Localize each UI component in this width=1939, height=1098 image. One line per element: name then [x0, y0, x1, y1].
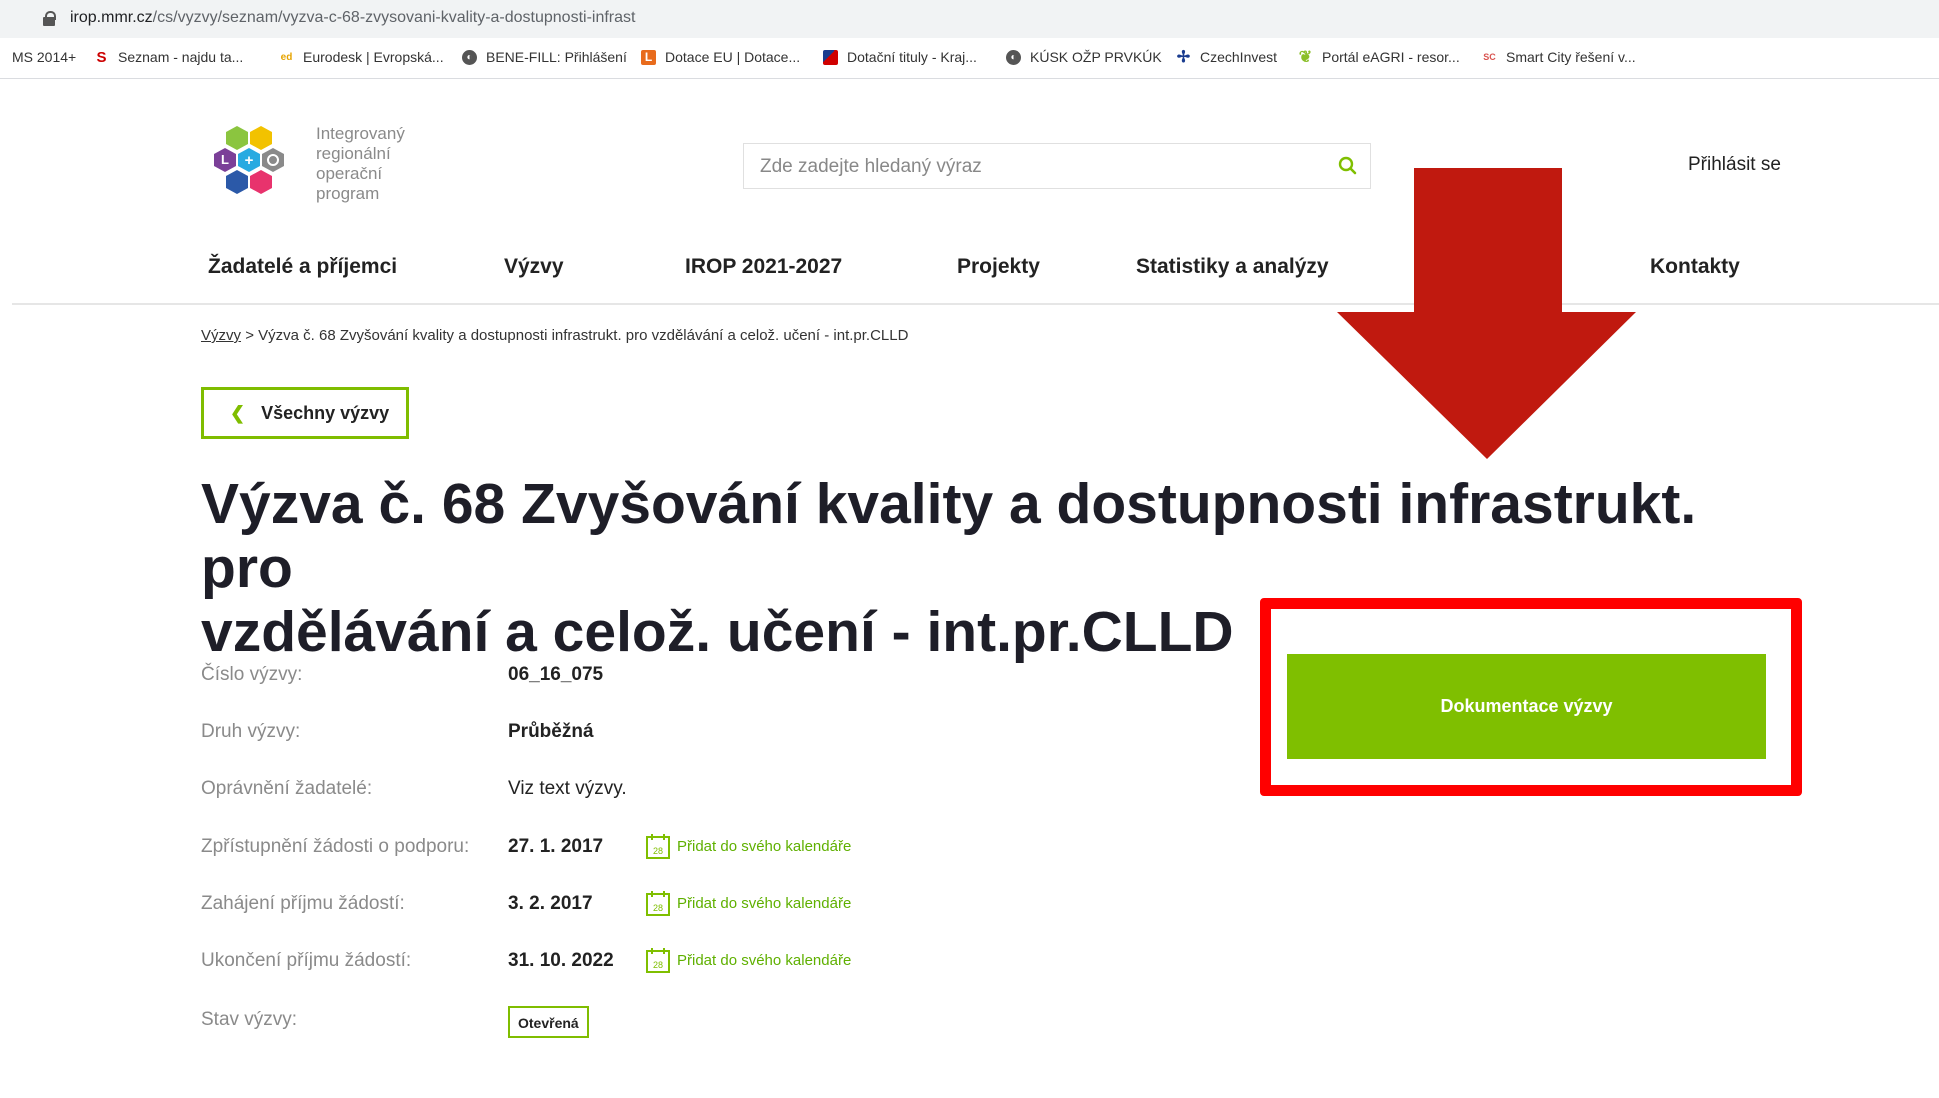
calendar-icon: 28: [646, 834, 670, 859]
bookmark-eurodesk[interactable]: ed Eurodesk | Evropská...: [279, 49, 444, 65]
smartcity-icon: SC: [1483, 51, 1496, 62]
bookmark-bene-fill[interactable]: ◐ BENE-FILL: Přihlášení: [462, 49, 627, 65]
logo-hexagons: L +: [214, 126, 284, 194]
bookmarks-bar: MS 2014+ S Seznam - najdu ta... ed Eurod…: [0, 38, 1939, 79]
value-zpristupneni: 27. 1. 2017: [508, 836, 604, 857]
value-zahajeni: 3. 2. 2017: [508, 893, 593, 914]
bookmark-seznam[interactable]: S Seznam - najdu ta...: [94, 49, 243, 65]
irop-logo[interactable]: L +: [210, 124, 310, 210]
bookmark-smart-city[interactable]: SC Smart City řešení v...: [1482, 49, 1635, 65]
address-bar[interactable]: irop.mmr.cz/cs/vyzvy/seznam/vyzva-c-68-z…: [0, 0, 1939, 38]
eagri-icon: ❦: [1298, 48, 1313, 66]
value-ukonceni: 31. 10. 2022: [508, 950, 614, 971]
svg-text:28: 28: [653, 903, 663, 913]
status-badge: Otevřená: [508, 1006, 589, 1038]
logo-text: Integrovaný regionální operační program: [316, 124, 405, 203]
kraj-flag-icon: [823, 49, 838, 65]
all-calls-button[interactable]: ❮ Všechny výzvy: [201, 387, 409, 439]
svg-text:28: 28: [653, 960, 663, 970]
nav-projekty[interactable]: Projekty: [957, 255, 1040, 279]
label-zahajeni: Zahájení příjmu žádostí:: [201, 893, 405, 914]
nav-divider: [12, 303, 1939, 305]
bookmark-dotace-eu[interactable]: L Dotace EU | Dotace...: [641, 49, 800, 65]
calendar-icon: 28: [646, 948, 670, 973]
lock-icon: [43, 11, 56, 26]
label-ukonceni: Ukončení příjmu žádostí:: [201, 950, 412, 971]
value-opravneni: Viz text výzvy.: [508, 778, 627, 799]
breadcrumb: Výzvy > Výzva č. 68 Zvyšování kvality a …: [201, 327, 908, 344]
down-arrow-annotation: [1337, 168, 1636, 459]
add-to-calendar-link[interactable]: 28 Přidat do svého kalendáře: [646, 833, 851, 859]
bookmark-eagri[interactable]: ❦ Portál eAGRI - resor...: [1298, 49, 1460, 65]
globe-icon: ◐: [462, 49, 477, 65]
url-text[interactable]: irop.mmr.cz/cs/vyzvy/seznam/vyzva-c-68-z…: [70, 9, 635, 27]
label-zpristupneni: Zpřístupnění žádosti o podporu:: [201, 836, 470, 857]
nav-statistiky[interactable]: Statistiky a analýzy: [1136, 255, 1329, 279]
bookmark-kusk[interactable]: ◐ KÚSK OŽP PRVKÚK: [1006, 49, 1162, 65]
svg-text:28: 28: [653, 846, 663, 856]
czechinvest-icon: ✢: [1176, 48, 1191, 66]
nav-vyzvy[interactable]: Výzvy: [504, 255, 564, 279]
bookmark-ms2014[interactable]: MS 2014+: [12, 49, 76, 65]
svg-text:+: +: [245, 152, 254, 169]
globe-icon: ◐: [1006, 49, 1021, 65]
label-druh-vyzvy: Druh výzvy:: [201, 721, 301, 742]
add-to-calendar-link[interactable]: 28 Přidat do svého kalendáře: [646, 890, 851, 916]
documentation-button[interactable]: Dokumentace výzvy: [1287, 654, 1766, 759]
value-druh-vyzvy: Průběžná: [508, 721, 594, 742]
breadcrumb-separator: >: [245, 327, 254, 344]
bookmark-czechinvest[interactable]: ✢ CzechInvest: [1176, 49, 1277, 65]
seznam-icon: S: [96, 48, 107, 66]
label-cislo-vyzvy: Číslo výzvy:: [201, 664, 303, 685]
nav-irop-2021-2027[interactable]: IROP 2021-2027: [685, 255, 842, 279]
label-stav-vyzvy: Stav výzvy:: [201, 1009, 298, 1030]
breadcrumb-current: Výzva č. 68 Zvyšování kvality a dostupno…: [258, 327, 909, 344]
search-input[interactable]: [758, 144, 1322, 190]
label-opravneni: Oprávnění žadatelé:: [201, 778, 373, 799]
value-cislo-vyzvy: 06_16_075: [508, 664, 604, 685]
breadcrumb-link-vyzvy[interactable]: Výzvy: [201, 327, 241, 344]
login-link[interactable]: Přihlásit se: [1688, 154, 1781, 176]
svg-text:L: L: [221, 152, 229, 167]
add-to-calendar-link[interactable]: 28 Přidat do svého kalendáře: [646, 947, 851, 973]
nav-zadatele[interactable]: Žadatelé a příjemci: [208, 255, 397, 279]
eurodesk-icon: ed: [280, 51, 293, 63]
nav-kontakty[interactable]: Kontakty: [1650, 255, 1740, 279]
chevron-left-icon: ❮: [230, 402, 246, 423]
search-box: [743, 143, 1371, 190]
all-calls-label: Všechny výzvy: [261, 402, 390, 423]
bookmark-dotacni-tituly[interactable]: Dotační tituly - Kraj...: [823, 49, 977, 65]
dotace-icon: L: [641, 49, 656, 65]
calendar-icon: 28: [646, 891, 670, 916]
